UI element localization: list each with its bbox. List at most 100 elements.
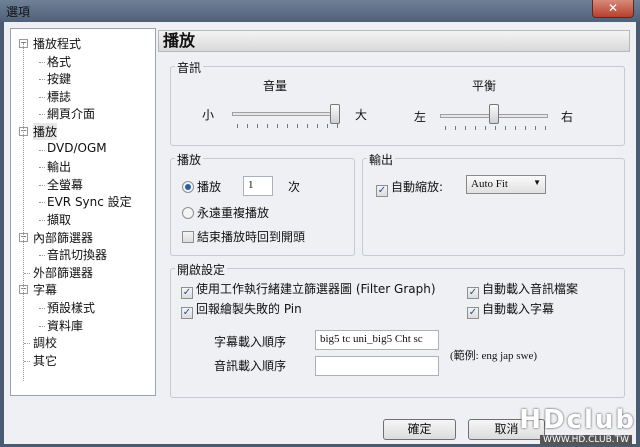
- report-pins-label: 回報繪製失敗的 Pin: [196, 302, 302, 316]
- slider-tick: [277, 124, 278, 128]
- play-radio[interactable]: 播放: [182, 178, 221, 195]
- repeat-radio[interactable]: 永遠重複播放: [182, 204, 269, 221]
- tree-line: [39, 220, 45, 221]
- tree-line: [39, 61, 45, 63]
- checkmark-icon: ✓: [181, 287, 193, 299]
- repeat-radio-label: 永遠重複播放: [197, 206, 270, 220]
- tree-item[interactable]: 資料庫: [47, 317, 83, 334]
- slider-tick: [247, 124, 248, 128]
- tree-line: [39, 325, 45, 327]
- rewind-label: 結束播放時回到開頭: [197, 230, 306, 244]
- rewind-checkbox[interactable]: 結束播放時回到開頭: [182, 228, 305, 245]
- volume-slider-thumb[interactable]: [330, 104, 340, 124]
- autozoom-value: Auto Fit: [471, 178, 508, 190]
- autozoom-select[interactable]: Auto Fit ▼: [466, 175, 546, 194]
- checkbox-empty-icon: [182, 231, 194, 243]
- tree-item[interactable]: 字幕: [33, 281, 57, 298]
- report-pins-checkbox[interactable]: ✓ 回報繪製失敗的 Pin: [181, 300, 302, 319]
- tree-line: [39, 167, 45, 169]
- tree-line: [39, 255, 45, 257]
- balance-slider-thumb[interactable]: [489, 104, 499, 124]
- audio-group: 音訊: [170, 59, 625, 146]
- checkmark-icon: ✓: [376, 185, 388, 197]
- tree-line: [39, 114, 45, 116]
- autozoom-checkbox[interactable]: ✓ 自動縮放:: [376, 178, 443, 197]
- slider-tick: [505, 126, 506, 130]
- title-bar: 選項 ✕: [0, 0, 640, 22]
- tree-item[interactable]: 網頁介面: [47, 105, 95, 122]
- balance-label: 平衡: [472, 79, 497, 93]
- volume-max-label: 大: [355, 108, 368, 122]
- slider-tick: [337, 124, 338, 128]
- watermark-url: WWW.HD.CLUB.TW: [540, 435, 632, 445]
- audio-order-input[interactable]: [315, 356, 439, 376]
- tree-line: [39, 202, 45, 204]
- checkmark-icon: ✓: [181, 307, 193, 319]
- tree-item[interactable]: 格式: [47, 53, 71, 70]
- tree-item[interactable]: 內部篩選器: [33, 229, 93, 246]
- times-label: 次: [288, 180, 301, 194]
- slider-tick: [287, 124, 288, 128]
- slider-tick: [237, 124, 238, 128]
- tree-line: [39, 79, 45, 81]
- tree-item[interactable]: 音訊切換器: [47, 246, 107, 263]
- tree-item[interactable]: 調校: [33, 334, 57, 351]
- volume-slider[interactable]: [232, 112, 340, 116]
- close-button[interactable]: ✕: [592, 0, 634, 18]
- slider-tick: [327, 124, 328, 128]
- threaded-label: 使用工作執行緒建立篩選器圖 (Filter Graph): [196, 282, 436, 296]
- auto-subs-checkbox[interactable]: ✓ 自動載入字幕: [467, 300, 554, 319]
- slider-tick: [297, 124, 298, 128]
- checkmark-icon: ✓: [467, 287, 479, 299]
- slider-tick: [465, 126, 466, 130]
- tree-item[interactable]: 輸出: [47, 158, 71, 175]
- tree-item[interactable]: EVR Sync 設定: [47, 193, 132, 210]
- tree-item[interactable]: 標誌: [47, 88, 71, 105]
- autozoom-label: 自動縮放:: [391, 180, 444, 194]
- tree-item[interactable]: 播放程式: [33, 35, 81, 52]
- slider-tick: [307, 124, 308, 128]
- slider-tick: [495, 126, 496, 130]
- options-tree[interactable]: 播放程式 − 格式 按鍵 標誌 網頁介面 播放 − DVD/OGM 輸出 全螢幕 EVR Sync 設…: [10, 28, 156, 396]
- playback-group-label: 播放: [175, 151, 204, 168]
- audio-group-label: 音訊: [175, 59, 204, 76]
- tree-line: [24, 343, 30, 345]
- play-count-input[interactable]: 1: [243, 176, 273, 196]
- slider-tick: [455, 126, 456, 130]
- window-title: 選項: [6, 5, 31, 19]
- slider-tick: [257, 124, 258, 128]
- tree-line: [24, 272, 30, 274]
- sub-order-input[interactable]: big5 tc uni_big5 Cht sc: [315, 330, 439, 350]
- output-group: 輸出: [362, 151, 625, 256]
- slider-tick: [267, 124, 268, 128]
- balance-right-label: 右: [561, 110, 574, 124]
- tree-item[interactable]: 擷取: [47, 211, 71, 228]
- slider-tick: [525, 126, 526, 130]
- tree-line: [39, 149, 45, 151]
- tree-line: [23, 43, 24, 381]
- slider-tick: [445, 126, 446, 130]
- auto-audio-checkbox[interactable]: ✓ 自動載入音訊檔案: [467, 280, 578, 299]
- tree-item[interactable]: 全螢幕: [47, 176, 83, 193]
- tree-item[interactable]: DVD/OGM: [47, 141, 107, 155]
- threaded-checkbox[interactable]: ✓ 使用工作執行緒建立篩選器圖 (Filter Graph): [181, 280, 436, 299]
- sub-order-label: 字幕載入順序: [214, 335, 287, 349]
- dropdown-arrow-icon: ▼: [533, 178, 541, 187]
- output-group-label: 輸出: [367, 151, 396, 168]
- slider-tick: [317, 124, 318, 128]
- tree-item[interactable]: 外部篩選器: [33, 264, 93, 281]
- tree-item[interactable]: 預設樣式: [47, 299, 95, 316]
- tree-item[interactable]: 按鍵: [47, 70, 71, 87]
- ok-button[interactable]: 確定: [383, 419, 456, 440]
- radio-on-icon: [182, 181, 194, 193]
- startup-group-label: 開啟設定: [175, 261, 228, 278]
- tree-line: [39, 96, 45, 98]
- tree-item[interactable]: 播放: [33, 123, 58, 140]
- balance-left-label: 左: [414, 110, 427, 124]
- tree-item[interactable]: 其它: [33, 352, 57, 369]
- watermark-logo: HDclub: [519, 405, 636, 435]
- audio-order-label: 音訊載入順序: [214, 359, 287, 373]
- tree-line: [24, 360, 30, 362]
- slider-tick: [485, 126, 486, 130]
- slider-tick: [475, 126, 476, 130]
